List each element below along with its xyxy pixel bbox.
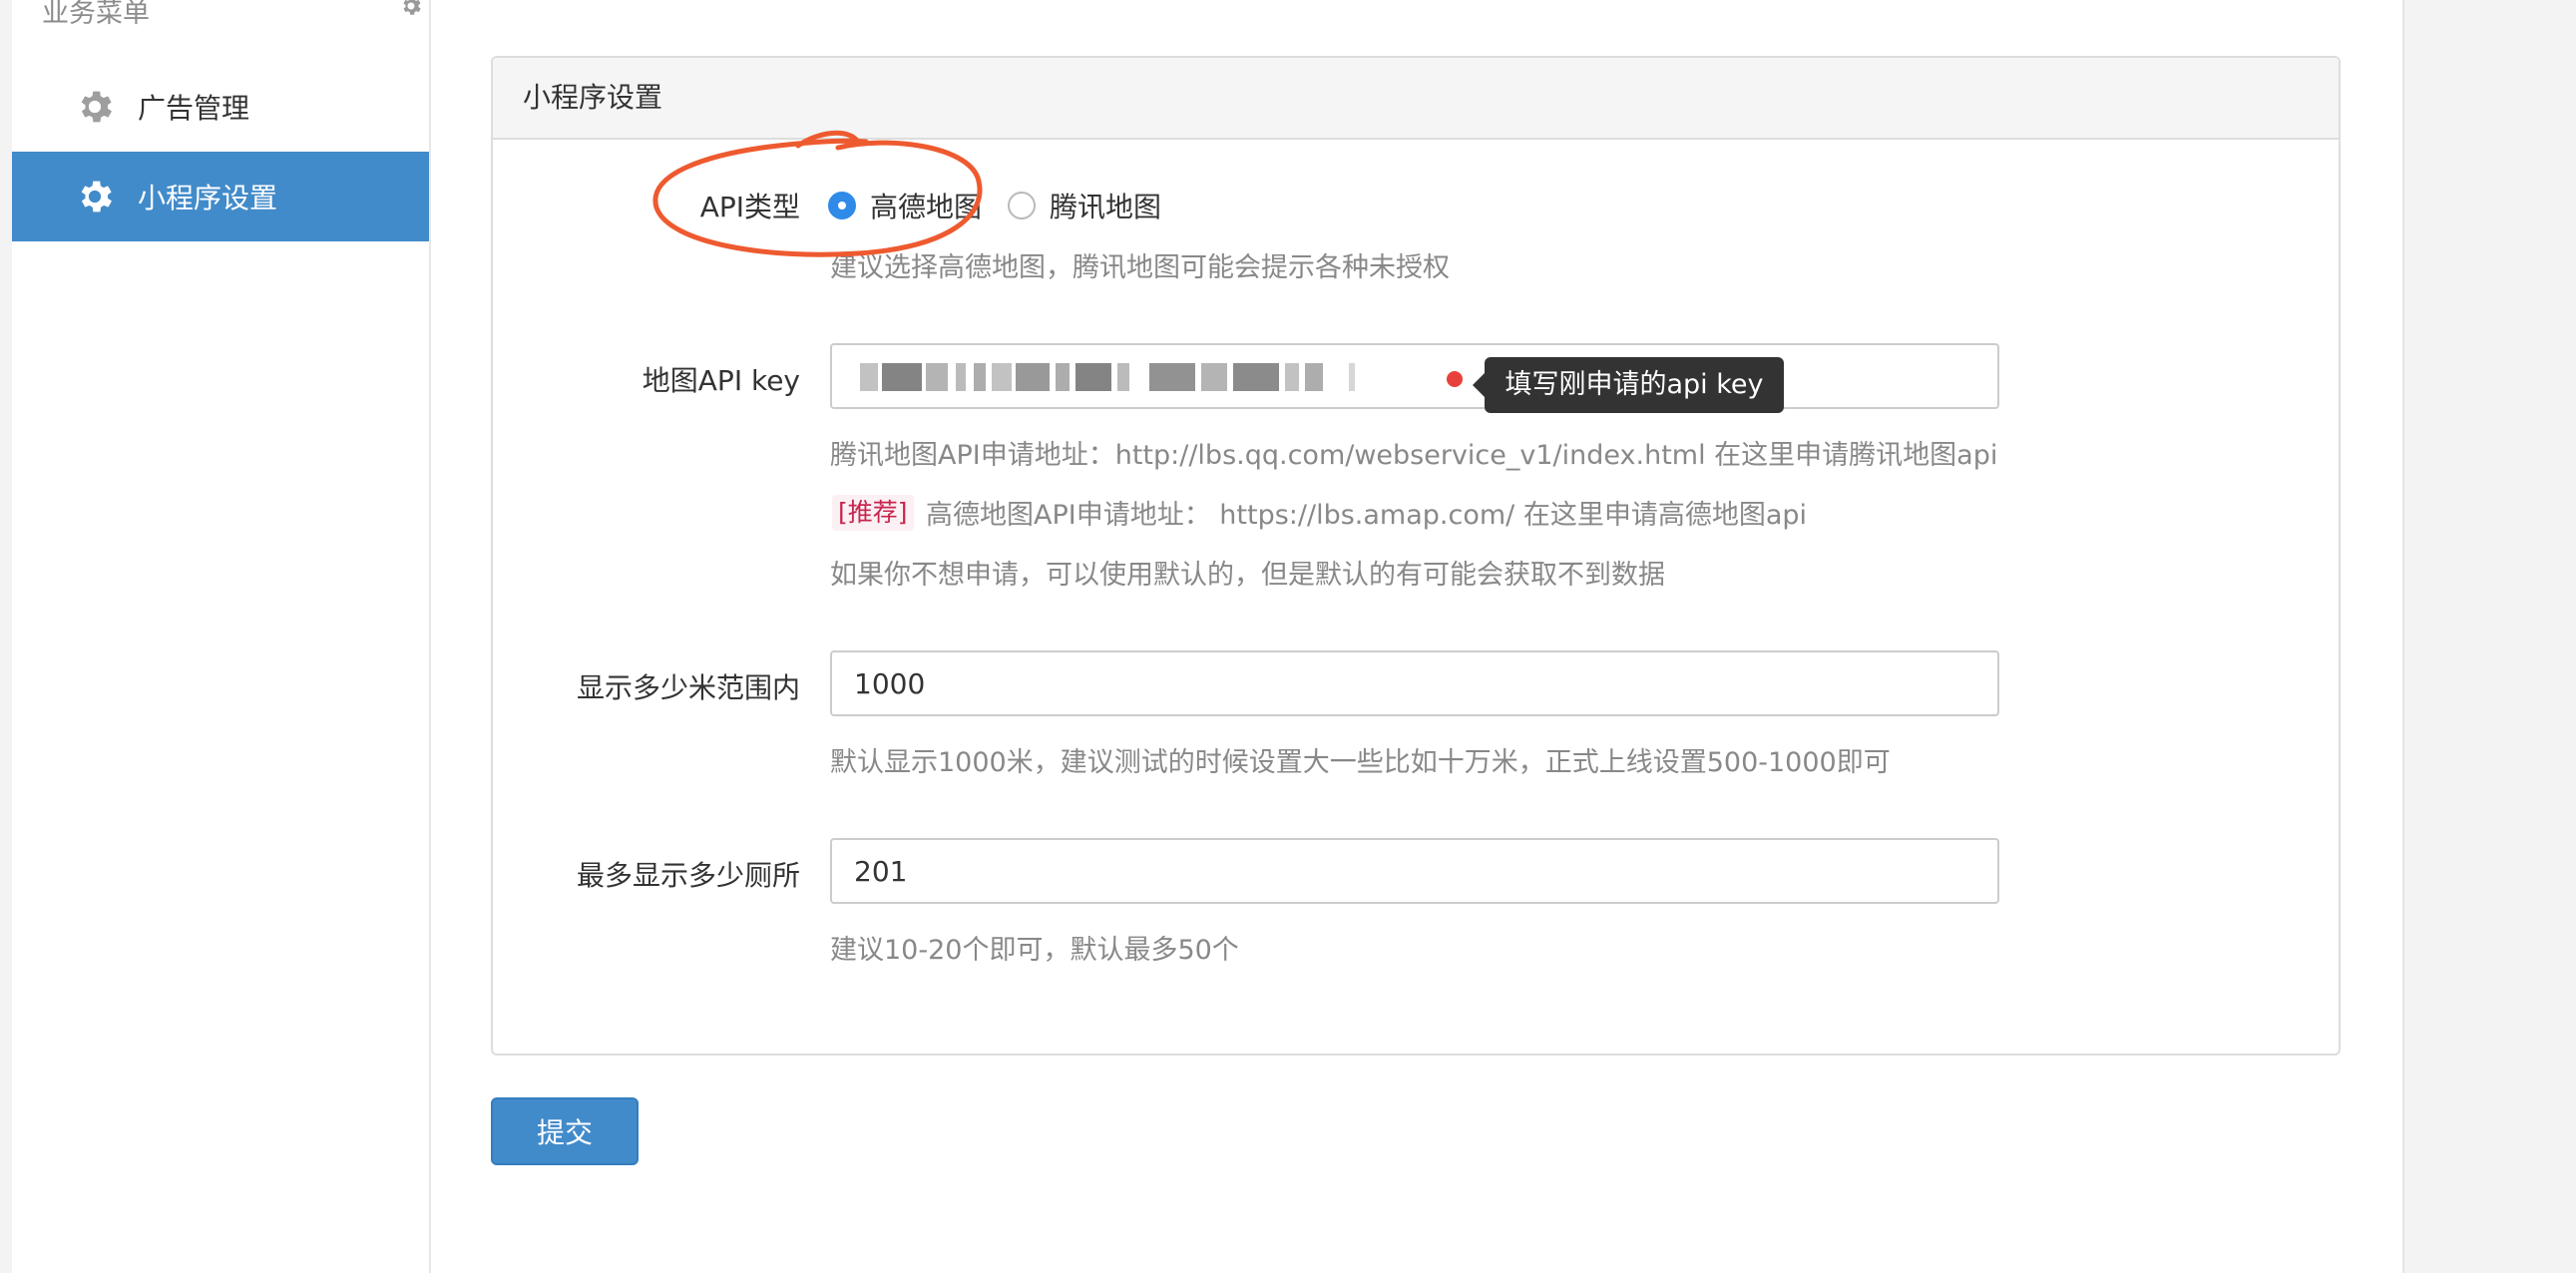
panel-title: 小程序设置 <box>523 81 663 114</box>
gear-icon[interactable] <box>399 0 423 18</box>
left-page-strip <box>0 0 12 1273</box>
api-type-help: 建议选择高德地图，腾讯地图可能会提示各种未授权 <box>830 252 1450 283</box>
redacted-key <box>860 363 1399 393</box>
api-key-help-default: 如果你不想申请，可以使用默认的，但是默认的有可能会获取不到数据 <box>830 560 1665 591</box>
api-key-input[interactable] <box>830 343 1999 409</box>
max-count-label: 最多显示多少厕所 <box>576 859 800 892</box>
api-key-tooltip: 填写刚申请的api key <box>1473 357 1784 413</box>
range-help: 默认显示1000米，建议测试的时候设置大一些比如十万米，正式上线设置500-10… <box>830 747 1891 778</box>
sidebar-item-miniprogram-settings[interactable]: 小程序设置 <box>12 152 429 241</box>
sidebar-item-ad-management[interactable]: 广告管理 <box>12 62 429 152</box>
range-input[interactable] <box>830 650 1999 716</box>
api-key-help-tencent: 腾讯地图API申请地址：http://lbs.qq.com/webservice… <box>830 440 1998 471</box>
radio-amap-label[interactable]: 高德地图 <box>870 186 982 225</box>
range-label: 显示多少米范围内 <box>576 671 800 704</box>
sidebar-item-label: 小程序设置 <box>138 182 278 214</box>
sidebar-item-label: 广告管理 <box>138 92 250 125</box>
radio-tencent-label[interactable]: 腾讯地图 <box>1050 186 1161 225</box>
sidebar: 业务菜单 广告管理 小程序设置 <box>12 0 431 1273</box>
submit-button[interactable]: 提交 <box>491 1097 639 1165</box>
panel-heading: 小程序设置 <box>493 58 2339 140</box>
page: 业务菜单 广告管理 小程序设置 小程序设置 API类型 高德地图 腾讯地图 建议… <box>0 0 2576 1273</box>
required-dot <box>1447 371 1463 387</box>
radio-amap[interactable] <box>828 192 856 219</box>
api-type-label: API类型 <box>699 191 800 223</box>
api-key-help-amap: 高德地图API申请地址： https://lbs.amap.com/ 在这里申请… <box>926 500 1808 531</box>
right-page-strip <box>2402 0 2576 1273</box>
sidebar-title: 业务菜单 <box>42 0 150 29</box>
max-count-input[interactable] <box>830 838 1999 904</box>
max-count-help: 建议10-20个即可，默认最多50个 <box>830 935 1239 966</box>
recommend-tag: [推荐] <box>832 495 914 531</box>
sidebar-header: 业务菜单 <box>42 0 421 36</box>
api-key-label: 地图API key <box>642 364 800 397</box>
radio-tencent[interactable] <box>1008 192 1036 219</box>
gear-icon <box>81 181 112 212</box>
gear-icon <box>81 91 112 123</box>
